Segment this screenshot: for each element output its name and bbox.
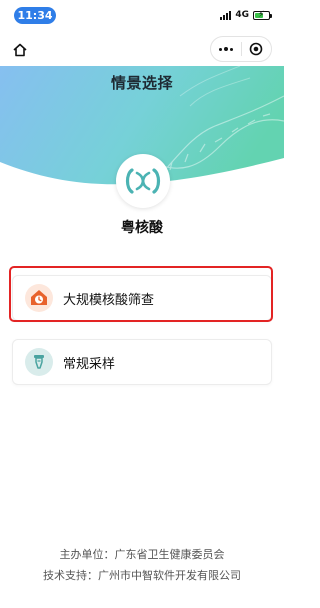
status-time: 11:34 xyxy=(14,7,56,24)
option-label: 常规采样 xyxy=(63,356,116,372)
page-title: 情景选择 xyxy=(110,74,173,92)
signal-icon xyxy=(220,10,232,20)
mini-program-capsule xyxy=(210,36,272,62)
footer-tech-support: 技术支持：广州市中智软件开发有限公司 xyxy=(43,569,241,582)
home-button[interactable] xyxy=(10,40,30,60)
battery-icon: ⚡ xyxy=(253,10,272,20)
home-icon xyxy=(13,43,27,57)
test-tube-icon xyxy=(25,348,53,376)
close-button[interactable] xyxy=(242,42,272,56)
more-button[interactable] xyxy=(211,47,241,51)
option-routine-sampling[interactable]: 常规采样 xyxy=(12,339,272,385)
more-icon xyxy=(218,47,222,51)
navigation-bar xyxy=(0,34,284,66)
dna-logo-icon xyxy=(125,168,161,194)
footer-organizer: 主办单位：广东省卫生健康委员会 xyxy=(59,548,225,561)
status-indicators: 4G ⚡ xyxy=(220,8,272,22)
option-mass-screening[interactable]: 大规模核酸筛查 xyxy=(12,275,272,321)
close-target-icon xyxy=(249,42,263,56)
app-name: 粤核酸 xyxy=(121,220,163,236)
option-label: 大规模核酸筛查 xyxy=(63,292,155,308)
network-type: 4G xyxy=(235,10,249,20)
app-logo xyxy=(116,154,170,208)
house-clock-icon xyxy=(25,284,53,312)
footer: 主办单位：广东省卫生健康委员会 技术支持：广州市中智软件开发有限公司 xyxy=(0,544,284,586)
status-bar: 11:34 4G ⚡ xyxy=(0,0,284,28)
